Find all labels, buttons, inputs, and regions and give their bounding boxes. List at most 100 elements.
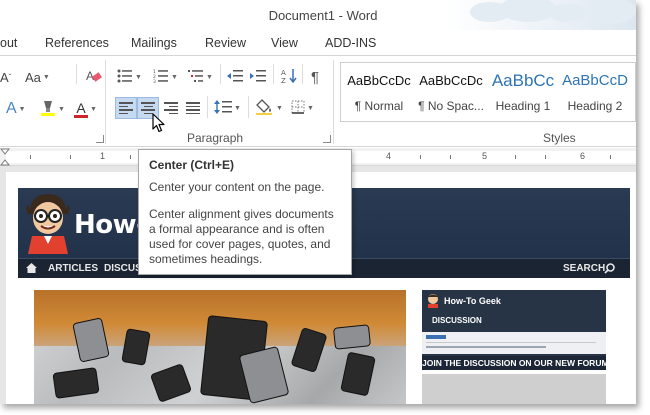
tooltip-title: Center (Ctrl+E) — [149, 158, 235, 172]
ruler-tick — [420, 155, 421, 159]
font-color-button[interactable]: A ▼ — [74, 98, 97, 120]
line-spacing-button[interactable]: ▼ — [214, 97, 241, 119]
eraser-icon: A — [86, 68, 102, 87]
text-effects-icon: A — [6, 100, 17, 117]
tooltip-description: Center alignment gives documents a forma… — [149, 207, 334, 266]
nav-search: SEARCH — [563, 263, 606, 274]
increase-indent-button[interactable] — [250, 66, 266, 88]
phone-shape — [121, 328, 151, 366]
svg-text:A: A — [281, 69, 286, 77]
separator — [302, 64, 303, 84]
style-name: ¶ Normal — [354, 99, 404, 113]
text-effects-button[interactable]: A ▼ — [6, 98, 26, 120]
numbering-button[interactable]: 123 ▼ — [153, 66, 178, 88]
highlighter-icon — [40, 99, 56, 120]
group-separator — [333, 60, 334, 144]
ruler-tick — [545, 155, 546, 159]
styles-gallery: AaBbCcDc ¶ Normal AaBbCcDc ¶ No Spac... … — [340, 62, 636, 122]
font-color-icon: A — [74, 101, 88, 118]
bullets-button[interactable]: ▼ — [117, 66, 142, 88]
borders-button[interactable]: ▼ — [291, 97, 314, 119]
style-sample: AaBbCcDc — [419, 73, 483, 88]
tab-layout[interactable]: out — [0, 36, 17, 50]
separator — [76, 64, 77, 84]
ruler-tick — [70, 155, 71, 159]
indent-marker-icon[interactable] — [0, 148, 12, 166]
word-window: Document1 - Word out References Mailings… — [0, 0, 636, 404]
ruler-number: 5 — [482, 151, 488, 161]
separator — [273, 64, 274, 84]
tab-references[interactable]: References — [45, 36, 109, 50]
sidebar-discussion-label: DISCUSSION — [432, 316, 482, 325]
justify-icon — [186, 100, 200, 116]
align-left-button[interactable] — [115, 97, 137, 119]
style-sample: AaBbCc — [491, 71, 555, 90]
forum-promo-card: How-To Geek DISCUSSION JOIN THE DISCUSSI… — [422, 290, 609, 370]
numbered-list-icon: 123 — [153, 69, 169, 86]
center-tooltip: Center (Ctrl+E) Center your content on t… — [138, 149, 352, 275]
highlight-color-button[interactable]: ▼ — [40, 98, 65, 120]
group-separator — [105, 60, 106, 144]
ribbon: Aˇ Aa ▼ A A ▼ ▼ A ▼ ▼ 1 2 3 ▼ ▼ A Z ¶ ▼ … — [0, 55, 636, 147]
shrink-font-button[interactable]: Aˇ — [0, 66, 11, 88]
change-case-label: Aa — [25, 69, 41, 85]
window-title: Document1 - Word — [268, 8, 378, 23]
tab-mailings[interactable]: Mailings — [131, 36, 177, 50]
clear-formatting-button[interactable]: A — [86, 66, 102, 88]
sort-button[interactable]: AZ — [281, 66, 297, 88]
show-hide-button[interactable]: ¶ — [311, 66, 319, 88]
font-size-icon: A — [0, 69, 9, 85]
phones-photo — [34, 290, 406, 404]
phone-shape — [149, 363, 193, 403]
tab-review[interactable]: Review — [205, 36, 246, 50]
mouse-pointer-icon — [152, 113, 165, 133]
search-icon — [604, 263, 615, 274]
multilevel-list-button[interactable]: ▼ — [188, 66, 213, 88]
style-normal[interactable]: AaBbCcDc ¶ Normal — [343, 69, 415, 113]
borders-icon — [291, 100, 305, 117]
font-dialog-launcher[interactable] — [96, 135, 104, 143]
sidebar-join-banner: JOIN THE DISCUSSION ON OUR NEW FORUM — [422, 356, 609, 370]
sidebar-placeholder — [422, 374, 606, 404]
decrease-indent-button[interactable] — [227, 66, 243, 88]
align-left-icon — [119, 100, 133, 116]
tab-view[interactable]: View — [271, 36, 298, 50]
paint-bucket-icon — [256, 98, 274, 118]
ruler-tick — [30, 155, 31, 159]
multilevel-list-icon — [188, 69, 204, 86]
align-right-icon — [164, 100, 178, 116]
style-heading-1[interactable]: AaBbCc Heading 1 — [487, 69, 559, 113]
ruler-number: 4 — [386, 151, 392, 161]
nav-articles: ARTICLES — [48, 263, 98, 274]
line-spacing-icon — [214, 99, 232, 117]
justify-button[interactable] — [184, 97, 202, 119]
tooltip-summary: Center your content on the page. — [149, 180, 325, 194]
increase-indent-icon — [250, 69, 266, 86]
home-icon — [26, 263, 37, 273]
style-sample: AaBbCcD — [562, 72, 628, 89]
decrease-indent-icon — [227, 69, 243, 86]
paragraph-dialog-launcher[interactable] — [323, 135, 331, 143]
svg-text:A: A — [86, 69, 94, 83]
ribbon-tabs: out References Mailings Review View ADD-… — [0, 32, 636, 54]
style-no-spacing[interactable]: AaBbCcDc ¶ No Spac... — [415, 69, 487, 113]
separator — [207, 96, 208, 118]
change-case-button[interactable]: Aa ▼ — [25, 66, 50, 88]
sort-icon: AZ — [281, 68, 297, 87]
phone-shape — [332, 324, 372, 350]
phone-shape — [52, 367, 100, 399]
sidebar-logo: How-To Geek — [444, 296, 501, 306]
style-heading-2[interactable]: AaBbCcD Heading 2 — [559, 69, 631, 113]
ruler-number: 6 — [580, 151, 586, 161]
ruler-tick — [515, 155, 516, 159]
shading-button[interactable]: ▼ — [256, 97, 283, 119]
style-name: ¶ No Spac... — [418, 99, 484, 113]
forum-preview — [422, 332, 606, 354]
separator — [220, 64, 221, 84]
geek-mascot-icon — [26, 194, 70, 254]
separator — [248, 96, 249, 118]
tab-add-ins[interactable]: ADD-INS — [325, 36, 376, 50]
paragraph-group-label: Paragraph — [187, 131, 244, 145]
style-name: Heading 1 — [495, 99, 551, 113]
svg-text:Z: Z — [281, 77, 286, 84]
